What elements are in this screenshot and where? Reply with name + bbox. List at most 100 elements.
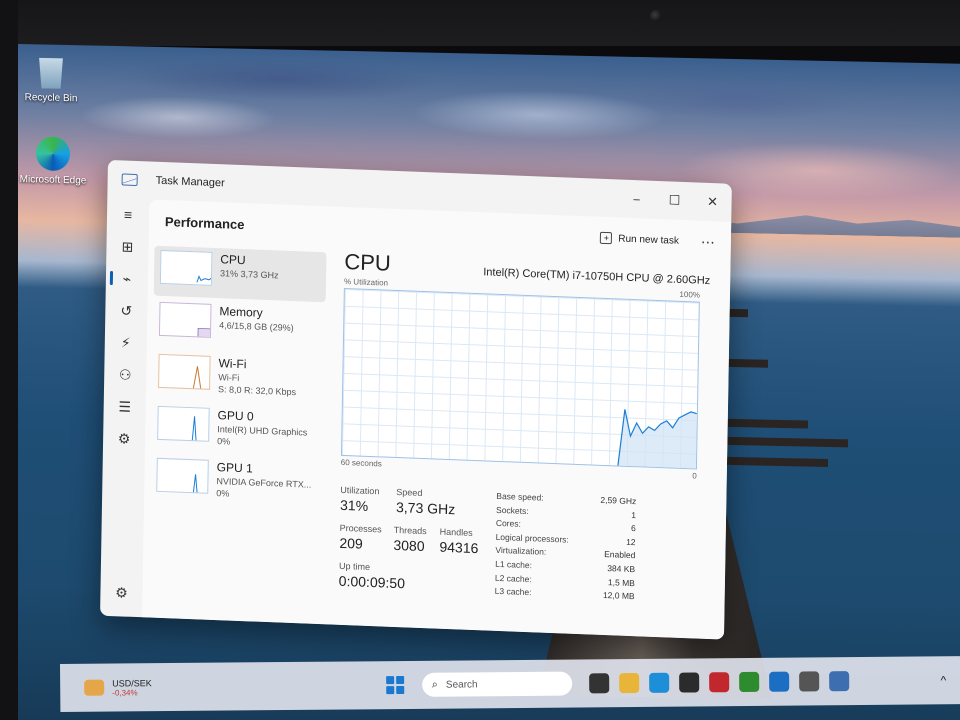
spec-value: 1 xyxy=(631,509,637,520)
task-manager-icon[interactable] xyxy=(828,671,849,692)
wallpaper-plank xyxy=(718,456,828,467)
processes-icon[interactable]: ⊞ xyxy=(106,230,149,264)
taskbar: USD/SEK -0,34% ⌕ Search ^ xyxy=(60,656,960,712)
desktop: Recycle Bin Microsoft Edge Task Manager … xyxy=(18,44,960,720)
resource-item-gpu1[interactable]: GPU 1 NVIDIA GeForce RTX... 0% xyxy=(150,454,323,511)
stat-utilization: Utilization 31% xyxy=(340,485,379,514)
hamburger-icon[interactable]: ≡ xyxy=(107,198,150,232)
task-view-icon[interactable] xyxy=(588,673,609,694)
spec-key: L3 cache: xyxy=(494,585,532,598)
resource-detail: 4,6/15,8 GB (29%) xyxy=(219,320,294,334)
settings-icon[interactable] xyxy=(798,671,819,692)
cpu-detail-pane: CPU Intel(R) Core(TM) i7-10750H CPU @ 2.… xyxy=(338,249,721,639)
pinned-apps xyxy=(584,671,854,694)
store-icon[interactable] xyxy=(678,672,699,693)
stat-uptime: Up time 0:00:09:50 xyxy=(339,561,406,592)
users-icon[interactable]: ⚇ xyxy=(104,358,147,392)
stat-value: 209 xyxy=(339,534,363,552)
spec-value: 6 xyxy=(631,523,636,534)
edge-icon[interactable] xyxy=(648,672,669,693)
taskbar-search[interactable]: ⌕ Search xyxy=(421,671,572,697)
search-placeholder: Search xyxy=(445,678,478,691)
resource-name: Wi-Fi xyxy=(218,356,247,372)
windows-logo-icon xyxy=(385,676,394,685)
settings-icon[interactable]: ⚙ xyxy=(100,576,143,610)
cpu-utilization-area xyxy=(617,409,697,469)
windows-logo-icon xyxy=(385,686,394,695)
resource-name: GPU 0 xyxy=(217,408,254,424)
task-manager-window: Task Manager − ☐ ✕ ≡ ⊞ ⌁ ↺ ⚡ ⚇ ☰ ⚙ ⚙ Per… xyxy=(100,159,732,640)
stat-speed: Speed 3,73 GHz xyxy=(396,487,456,517)
desktop-icon-label: Recycle Bin xyxy=(24,92,78,105)
run-task-icon: + xyxy=(600,231,613,245)
performance-page: Performance + Run new task ⋯ CPU 31% 3,7… xyxy=(142,199,732,640)
resource-name: CPU xyxy=(220,252,246,268)
xbox-icon[interactable] xyxy=(738,671,759,693)
resource-detail: 31% 3,73 GHz xyxy=(219,268,279,281)
start-button[interactable] xyxy=(385,676,404,695)
recycle-bin-icon xyxy=(34,54,68,89)
gpu0-thumbnail-graph xyxy=(157,405,210,442)
run-new-task-button[interactable]: + Run new task xyxy=(600,231,679,247)
desktop-icon-recycle-bin[interactable]: Recycle Bin xyxy=(18,54,86,104)
ticker-change: -0,34% xyxy=(112,687,138,698)
resource-detail-2: S: 8,0 R: 32,0 Kbps xyxy=(217,384,297,398)
memory-thumbnail-graph xyxy=(158,301,212,338)
app-history-icon[interactable]: ↺ xyxy=(105,294,148,328)
more-options-button[interactable]: ⋯ xyxy=(695,233,721,251)
resource-detail: Intel(R) UHD Graphics xyxy=(217,424,308,438)
wallpaper-plank xyxy=(718,436,848,448)
windows-logo-icon xyxy=(395,676,404,685)
windows-logo-icon xyxy=(395,686,404,695)
red-app-icon[interactable] xyxy=(708,672,729,693)
minimize-button[interactable]: − xyxy=(617,179,656,218)
resource-detail-2: 0% xyxy=(217,436,231,447)
performance-icon[interactable]: ⌁ xyxy=(106,262,149,296)
outlook-icon[interactable] xyxy=(768,671,789,692)
spec-value: 12,0 MB xyxy=(602,590,635,602)
desktop-icon-label: Microsoft Edge xyxy=(19,174,87,187)
chevron-up-icon[interactable]: ^ xyxy=(940,673,946,687)
graph-time-span: 60 seconds xyxy=(340,457,382,469)
resource-item-memory[interactable]: Memory 4,6/15,8 GB (29%) xyxy=(153,298,326,355)
stat-value: 31% xyxy=(339,496,369,514)
stat-value: 0:00:09:50 xyxy=(338,572,406,592)
cpu-utilization-graph xyxy=(340,287,700,470)
run-new-task-label: Run new task xyxy=(618,232,679,247)
maximize-button[interactable]: ☐ xyxy=(655,181,694,220)
webcam xyxy=(650,10,662,22)
desktop-icon-edge[interactable]: Microsoft Edge xyxy=(18,136,88,186)
stat-value: 94316 xyxy=(439,538,479,557)
graph-y-min: 0 xyxy=(692,471,697,481)
stat-label: Up time xyxy=(338,560,371,573)
widgets-button[interactable]: USD/SEK -0,34% xyxy=(84,678,152,698)
stat-handles: Handles 94316 xyxy=(439,527,478,556)
task-manager-icon xyxy=(121,173,138,187)
close-button[interactable]: ✕ xyxy=(693,182,732,221)
cpu-utilization-plot xyxy=(617,409,698,469)
edge-icon xyxy=(36,136,70,172)
resource-name: Memory xyxy=(219,304,263,320)
window-title: Task Manager xyxy=(155,174,225,190)
startup-apps-icon[interactable]: ⚡ xyxy=(105,326,148,360)
ticker-name: USD/SEK xyxy=(112,677,152,689)
resource-detail: Wi-Fi xyxy=(218,372,240,383)
monitor-bezel-left xyxy=(0,0,18,720)
spec-key: Cores: xyxy=(495,518,521,529)
services-icon[interactable]: ⚙ xyxy=(103,422,146,456)
resource-name: GPU 1 xyxy=(216,460,253,476)
graph-y-max: 100% xyxy=(679,289,701,300)
gpu1-thumbnail-graph xyxy=(156,457,209,494)
stat-value: 3080 xyxy=(393,536,425,555)
resource-item-wifi[interactable]: Wi-Fi Wi-Fi S: 8,0 R: 32,0 Kbps xyxy=(152,350,325,407)
resource-item-gpu0[interactable]: GPU 0 Intel(R) UHD Graphics 0% xyxy=(151,402,324,459)
wifi-thumbnail-graph xyxy=(158,353,211,390)
stat-label: Handles xyxy=(439,526,473,538)
resource-item-cpu[interactable]: CPU 31% 3,73 GHz xyxy=(153,245,327,303)
stat-label: Processes xyxy=(339,522,382,535)
spec-key: L2 cache: xyxy=(494,572,532,584)
details-icon[interactable]: ☰ xyxy=(103,390,146,424)
file-explorer-icon[interactable] xyxy=(618,672,639,694)
monitor-bezel xyxy=(0,0,960,46)
stat-threads: Threads 3080 xyxy=(393,525,427,554)
